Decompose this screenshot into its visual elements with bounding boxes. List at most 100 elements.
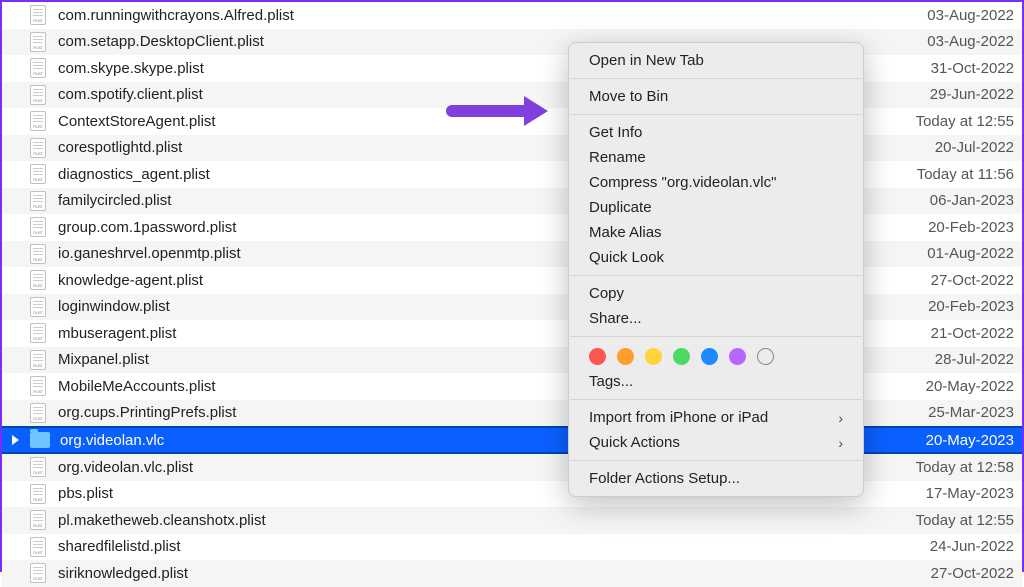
menu-copy[interactable]: Copy	[569, 281, 863, 306]
file-date: 17-May-2023	[926, 485, 1014, 502]
file-row[interactable]: com.setapp.DesktopClient.plist03-Aug-202…	[2, 29, 1022, 56]
file-row[interactable]: corespotlightd.plist20-Jul-2022	[2, 135, 1022, 162]
plist-file-icon	[30, 244, 48, 264]
menu-separator	[570, 114, 862, 115]
tag-color-dot[interactable]	[673, 348, 690, 365]
menu-separator	[570, 336, 862, 337]
file-date: 27-Oct-2022	[931, 272, 1014, 289]
plist-file-icon	[30, 376, 48, 396]
file-date: Today at 12:55	[916, 512, 1014, 529]
tag-color-dot[interactable]	[701, 348, 718, 365]
menu-import[interactable]: Import from iPhone or iPad›	[569, 405, 863, 430]
file-row[interactable]: Mixpanel.plist28-Jul-2022	[2, 347, 1022, 374]
chevron-right-icon: ›	[838, 410, 843, 426]
file-date: 01-Aug-2022	[927, 245, 1014, 262]
file-row[interactable]: org.cups.PrintingPrefs.plist25-Mar-2023	[2, 400, 1022, 427]
file-date: 21-Oct-2022	[931, 325, 1014, 342]
plist-file-icon	[30, 85, 48, 105]
file-row[interactable]: org.videolan.vlc20-May-2023	[2, 426, 1022, 454]
file-row[interactable]: siriknowledged.plist27-Oct-2022	[2, 560, 1022, 587]
menu-folder-actions[interactable]: Folder Actions Setup...	[569, 466, 863, 491]
plist-file-icon	[30, 217, 48, 237]
plist-file-icon	[30, 350, 48, 370]
file-date: 20-May-2022	[926, 378, 1014, 395]
file-row[interactable]: org.videolan.vlc.plistToday at 12:58	[2, 454, 1022, 481]
file-date: 24-Jun-2022	[930, 538, 1014, 555]
file-row[interactable]: mbuseragent.plist21-Oct-2022	[2, 320, 1022, 347]
file-name: com.runningwithcrayons.Alfred.plist	[58, 7, 927, 24]
file-row[interactable]: pl.maketheweb.cleanshotx.plistToday at 1…	[2, 507, 1022, 534]
plist-file-icon	[30, 58, 48, 78]
plist-file-icon	[30, 457, 48, 477]
file-date: 20-Jul-2022	[935, 139, 1014, 156]
menu-get-info[interactable]: Get Info	[569, 120, 863, 145]
menu-separator	[570, 460, 862, 461]
file-date: 27-Oct-2022	[931, 565, 1014, 582]
file-row[interactable]: group.com.1password.plist20-Feb-2023	[2, 214, 1022, 241]
file-name: sharedfilelistd.plist	[58, 538, 930, 555]
context-menu: Open in New Tab Move to Bin Get Info Ren…	[568, 42, 864, 497]
menu-quick-actions[interactable]: Quick Actions›	[569, 430, 863, 455]
file-date: 06-Jan-2023	[930, 192, 1014, 209]
plist-file-icon	[30, 191, 48, 211]
plist-file-icon	[30, 138, 48, 158]
menu-open-new-tab[interactable]: Open in New Tab	[569, 48, 863, 73]
tag-color-none[interactable]	[757, 348, 774, 365]
plist-file-icon	[30, 323, 48, 343]
file-row[interactable]: diagnostics_agent.plistToday at 11:56	[2, 161, 1022, 188]
file-row[interactable]: MobileMeAccounts.plist20-May-2022	[2, 373, 1022, 400]
file-row[interactable]: knowledge-agent.plist27-Oct-2022	[2, 267, 1022, 294]
file-date: 29-Jun-2022	[930, 86, 1014, 103]
plist-file-icon	[30, 510, 48, 530]
file-date: 20-Feb-2023	[928, 298, 1014, 315]
file-date: Today at 11:56	[917, 166, 1014, 183]
file-name: pl.maketheweb.cleanshotx.plist	[58, 512, 916, 529]
menu-rename[interactable]: Rename	[569, 145, 863, 170]
plist-file-icon	[30, 537, 48, 557]
file-date: 25-Mar-2023	[928, 404, 1014, 421]
menu-duplicate[interactable]: Duplicate	[569, 195, 863, 220]
plist-file-icon	[30, 297, 48, 317]
menu-make-alias[interactable]: Make Alias	[569, 220, 863, 245]
file-date: 03-Aug-2022	[927, 7, 1014, 24]
menu-quick-look[interactable]: Quick Look	[569, 245, 863, 270]
file-date: Today at 12:55	[916, 113, 1014, 130]
file-row[interactable]: sharedfilelistd.plist24-Jun-2022	[2, 534, 1022, 561]
plist-file-icon	[30, 111, 48, 131]
plist-file-icon	[30, 5, 48, 25]
tag-color-dot[interactable]	[645, 348, 662, 365]
tag-color-dot[interactable]	[589, 348, 606, 365]
file-row[interactable]: com.skype.skype.plist31-Oct-2022	[2, 55, 1022, 82]
folder-icon	[30, 432, 50, 448]
menu-tags[interactable]: Tags...	[569, 369, 863, 394]
menu-separator	[570, 78, 862, 79]
plist-file-icon	[30, 484, 48, 504]
tag-color-dot[interactable]	[729, 348, 746, 365]
file-date: 31-Oct-2022	[931, 60, 1014, 77]
menu-share[interactable]: Share...	[569, 306, 863, 331]
plist-file-icon	[30, 403, 48, 423]
file-row[interactable]: pbs.plist17-May-2023	[2, 481, 1022, 508]
chevron-right-icon: ›	[838, 435, 843, 451]
file-date: 20-May-2023	[926, 432, 1014, 449]
tag-color-dot[interactable]	[617, 348, 634, 365]
file-date: 20-Feb-2023	[928, 219, 1014, 236]
file-list[interactable]: com.runningwithcrayons.Alfred.plist03-Au…	[2, 2, 1022, 587]
tag-colors-row	[569, 342, 863, 369]
plist-file-icon	[30, 270, 48, 290]
file-row[interactable]: loginwindow.plist20-Feb-2023	[2, 294, 1022, 321]
file-date: 03-Aug-2022	[927, 33, 1014, 50]
file-name: siriknowledged.plist	[58, 565, 931, 582]
file-date: 28-Jul-2022	[935, 351, 1014, 368]
menu-compress[interactable]: Compress "org.videolan.vlc"	[569, 170, 863, 195]
menu-move-to-bin[interactable]: Move to Bin	[569, 84, 863, 109]
file-row[interactable]: io.ganeshrvel.openmtp.plist01-Aug-2022	[2, 241, 1022, 268]
menu-separator	[570, 399, 862, 400]
plist-file-icon	[30, 32, 48, 52]
plist-file-icon	[30, 164, 48, 184]
file-row[interactable]: familycircled.plist06-Jan-2023	[2, 188, 1022, 215]
file-row[interactable]: com.runningwithcrayons.Alfred.plist03-Au…	[2, 2, 1022, 29]
menu-separator	[570, 275, 862, 276]
file-date: Today at 12:58	[916, 459, 1014, 476]
disclosure-triangle-icon[interactable]	[12, 435, 19, 445]
